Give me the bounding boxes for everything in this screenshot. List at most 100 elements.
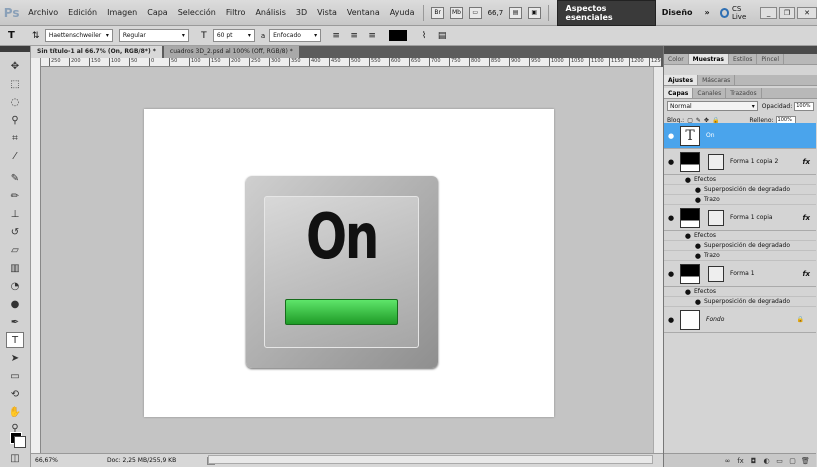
horizontal-scrollbar[interactable] [208,455,653,464]
text-tool-preset-icon[interactable]: T [8,30,15,41]
menu-analisis[interactable]: Análisis [250,8,290,17]
quick-mask-icon[interactable]: ◫ [6,450,24,466]
background-color-swatch[interactable] [14,436,26,448]
tab-estilos[interactable]: Estilos [729,54,758,64]
eye-icon[interactable]: ● [664,316,678,324]
pen-tool-icon[interactable]: ✒ [6,314,24,330]
menu-filtro[interactable]: Filtro [221,8,251,17]
close-icon[interactable]: ✕ [797,6,817,19]
blur-tool-icon[interactable]: ◔ [6,278,24,294]
eye-icon[interactable]: ● [664,242,704,250]
effect-row[interactable]: ● Trazo [664,251,816,261]
menu-imagen[interactable]: Imagen [102,8,142,17]
eye-icon[interactable]: ● [664,252,704,260]
effects-row[interactable]: ● Efectos [664,231,816,241]
link-layers-icon[interactable]: ∞ [721,457,734,465]
character-panel-icon[interactable]: ▤ [435,30,449,42]
tab-pincel[interactable]: Pincel [757,54,785,64]
layer-name[interactable]: Forma 1 copia [730,214,802,221]
screen-mode-icon[interactable]: ▣ [527,6,541,19]
tab-canales[interactable]: Canales [693,88,727,98]
layer-name[interactable]: On [706,132,816,139]
panel-grip[interactable] [664,46,817,54]
text-color-swatch[interactable] [389,30,408,41]
text-orientation-icon[interactable]: ⇅ [29,30,43,42]
tab-capas[interactable]: Capas [664,88,694,98]
minibridge-icon[interactable]: Mb [450,6,463,19]
effects-row[interactable]: ● Efectos [664,175,816,185]
fx-icon[interactable]: fx [802,270,810,278]
tab-document-1[interactable]: Sin título-1 al 66.7% (On, RGB/8*) * [31,46,162,58]
font-style-select[interactable]: Regular ▾ [118,29,189,42]
layer-row[interactable]: ● Forma 1 fx [664,261,816,287]
menu-archivo[interactable]: Archivo [23,8,63,17]
3d-rotate-tool-icon[interactable]: ⟲ [6,386,24,402]
vertical-ruler[interactable] [31,58,41,453]
workspace-design-button[interactable]: Diseño [656,8,699,17]
warp-text-icon[interactable]: ⌇ [417,30,431,42]
fx-icon[interactable]: fx [802,214,810,222]
menu-seleccion[interactable]: Selección [173,8,221,17]
eye-icon[interactable]: ● [664,214,678,222]
layer-name[interactable]: Forma 1 copia 2 [730,158,802,165]
shape-tool-icon[interactable]: ▭ [6,368,24,384]
zoom-level[interactable]: 66,7 [485,9,507,17]
restore-icon[interactable]: ❐ [778,6,796,19]
align-right-icon[interactable]: ≡ [365,30,379,42]
tab-trazados[interactable]: Trazados [726,88,762,98]
bridge-icon[interactable]: Br [431,6,445,19]
layer-row[interactable]: ● Forma 1 copia 2 fx [664,149,816,175]
dodge-tool-icon[interactable]: ● [6,296,24,312]
type-tool-icon[interactable]: T [6,332,24,348]
new-group-icon[interactable]: ▭ [773,457,786,465]
vertical-scrollbar[interactable] [653,67,663,453]
workspace-essentials-button[interactable]: Aspectos esenciales [556,0,656,26]
delete-layer-icon[interactable]: 🗑 [799,457,812,465]
minimize-icon[interactable]: _ [760,6,777,19]
menu-vista[interactable]: Vista [312,8,342,17]
eye-icon[interactable]: ● [664,132,678,140]
effect-row[interactable]: ● Superposición de degradado [664,241,816,251]
eye-icon[interactable]: ● [664,288,694,296]
add-style-icon[interactable]: fx [734,457,747,465]
add-mask-icon[interactable]: ◘ [747,457,760,465]
layer-row[interactable]: ● Fondo 🔒 [664,307,816,333]
tab-color[interactable]: Color [664,54,689,64]
healing-brush-tool-icon[interactable]: ✎ [6,170,24,186]
menu-ventana[interactable]: Ventana [342,8,385,17]
eye-icon[interactable]: ● [664,176,694,184]
effect-row[interactable]: ● Superposición de degradado [664,297,816,307]
move-tool-icon[interactable]: ✥ [6,58,24,74]
marquee-tool-icon[interactable]: ⬚ [6,76,24,92]
status-zoom[interactable]: 66,67% [35,457,67,464]
effect-row[interactable]: ● Trazo [664,195,816,205]
opacity-field[interactable]: 100% [794,101,814,111]
layer-row[interactable]: ● T On [664,123,816,149]
fx-icon[interactable]: fx [802,158,810,166]
layer-row[interactable]: ● Forma 1 copia fx [664,205,816,231]
menu-3d[interactable]: 3D [291,8,312,17]
align-left-icon[interactable]: ≡ [329,30,343,42]
tab-document-2[interactable]: cuadros 3D_2.psd al 100% (Off, RGB/8) * [163,46,299,58]
eye-icon[interactable]: ● [664,186,704,194]
font-family-select[interactable]: Haettenschweiler ▾ [44,29,113,42]
eyedropper-tool-icon[interactable]: ⁄ [6,148,24,164]
eye-icon[interactable]: ● [664,298,704,306]
tab-mascaras[interactable]: Máscaras [698,75,736,85]
view-extras-icon[interactable]: ▭ [468,6,482,19]
eye-icon[interactable]: ● [664,270,678,278]
blend-mode-select[interactable]: Normal ▾ [667,101,758,111]
history-brush-tool-icon[interactable]: ↺ [6,224,24,240]
clone-stamp-tool-icon[interactable]: ⊥ [6,206,24,222]
cslive-button[interactable]: CS Live [716,5,759,21]
tab-ajustes[interactable]: Ajustes [664,75,699,85]
layer-name[interactable]: Fondo [706,316,797,323]
layer-name[interactable]: Forma 1 [730,270,802,277]
toolbox-grip[interactable] [0,46,30,52]
lasso-tool-icon[interactable]: ◌ [6,94,24,110]
path-select-tool-icon[interactable]: ➤ [6,350,24,366]
arrange-documents-icon[interactable]: ▤ [509,6,522,19]
tab-muestras[interactable]: Muestras [688,54,730,64]
effects-row[interactable]: ● Efectos [664,287,816,297]
menu-ayuda[interactable]: Ayuda [385,8,420,17]
